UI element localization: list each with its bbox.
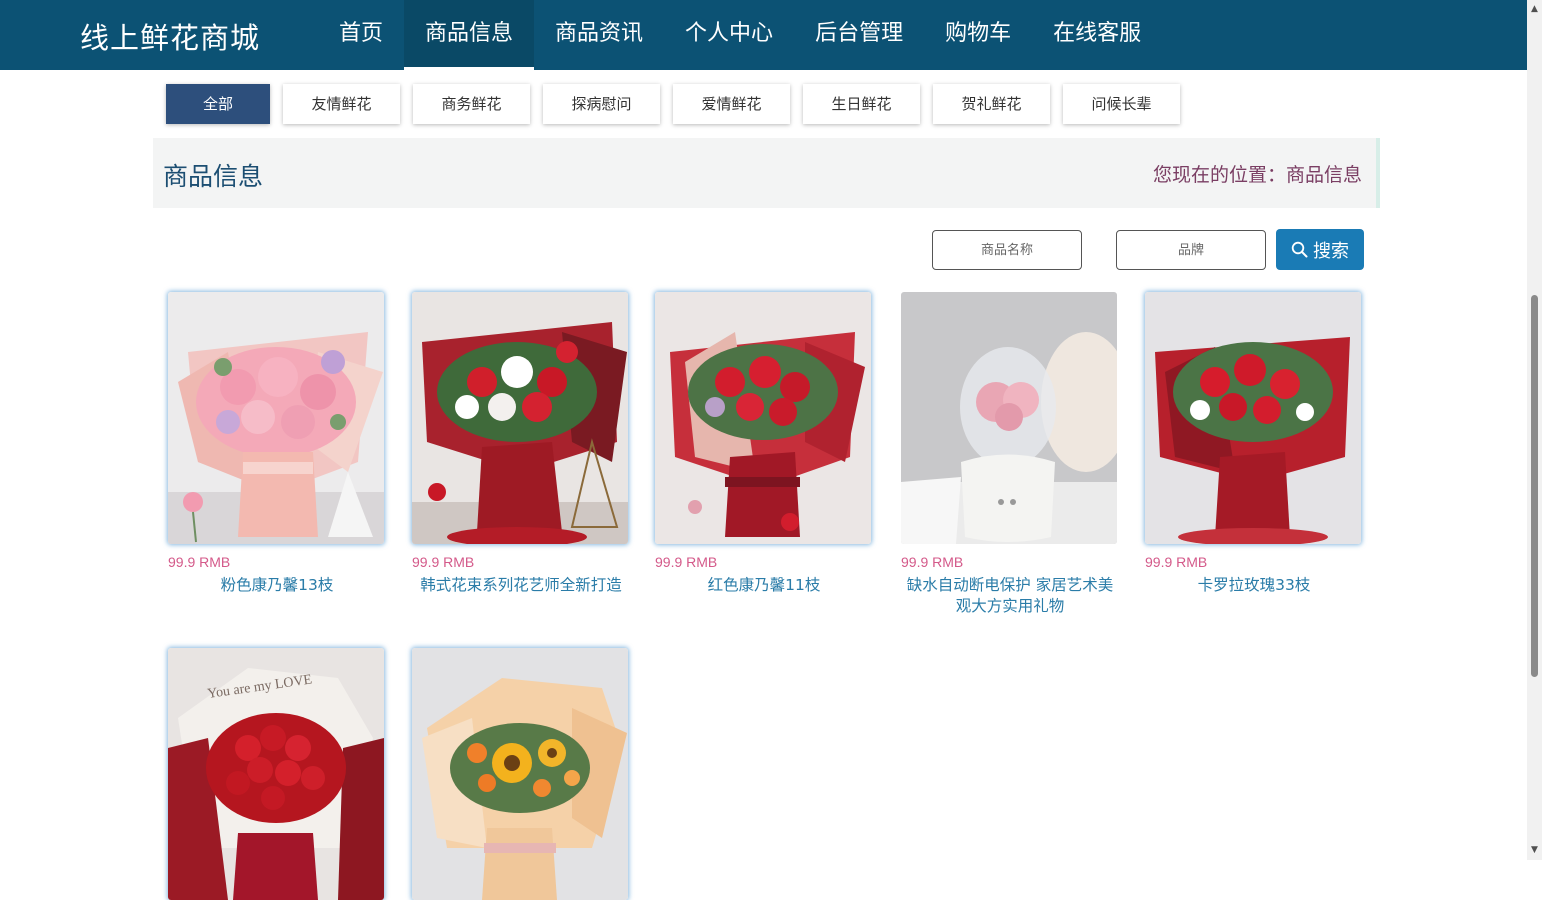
- red-rose-bouquet-image[interactable]: [1145, 292, 1361, 544]
- product-card[interactable]: 99.9 RMB 红色康乃馨11枝: [655, 292, 873, 596]
- scroll-up-icon[interactable]: ▲: [1527, 2, 1542, 17]
- top-navbar: 线上鲜花商城 首页 商品信息 商品资讯 个人中心 后台管理 购物车 在线客服: [0, 0, 1527, 70]
- red-white-rose-bouquet-image[interactable]: [412, 292, 628, 544]
- product-name-input[interactable]: [932, 230, 1082, 270]
- product-price: 99.9 RMB: [168, 554, 231, 570]
- category-get-well[interactable]: 探病慰问: [543, 84, 660, 124]
- site-logo[interactable]: 线上鲜花商城: [80, 15, 260, 57]
- sunflower-bouquet-image[interactable]: [412, 648, 628, 900]
- product-card[interactable]: 99.9 RMB 韩式花束系列花艺师全新打造: [412, 292, 630, 596]
- scroll-thumb[interactable]: [1531, 295, 1538, 677]
- product-name[interactable]: 韩式花束系列花艺师全新打造: [412, 575, 630, 596]
- nav-products[interactable]: 商品信息: [404, 0, 535, 70]
- product-price: 99.9 RMB: [412, 554, 475, 570]
- red-carnation-bouquet-image[interactable]: [655, 292, 871, 544]
- product-name[interactable]: 粉色康乃馨13枝: [168, 575, 386, 596]
- category-filter: 全部 友情鲜花 商务鲜花 探病慰问 爱情鲜花 生日鲜花 贺礼鲜花 问候长辈: [166, 84, 1180, 124]
- product-card[interactable]: 99.9 RMB 卡罗拉玫瑰33枝: [1145, 292, 1363, 596]
- product-name[interactable]: 红色康乃馨11枝: [655, 575, 873, 596]
- product-name[interactable]: 缺水自动断电保护 家居艺术美观大方实用礼物: [901, 575, 1119, 617]
- page-title: 商品信息: [163, 162, 264, 191]
- product-card[interactable]: [412, 648, 630, 900]
- product-price: 99.9 RMB: [1145, 554, 1208, 570]
- category-friendship[interactable]: 友情鲜花: [283, 84, 400, 124]
- nav-admin[interactable]: 后台管理: [794, 0, 924, 70]
- search-button[interactable]: 搜索: [1276, 229, 1364, 270]
- pink-carnation-bouquet-image[interactable]: [168, 292, 384, 544]
- category-business[interactable]: 商务鲜花: [413, 84, 530, 124]
- section-header: 商品信息 您现在的位置：商品信息: [153, 138, 1380, 208]
- scroll-down-icon[interactable]: ▼: [1527, 843, 1542, 858]
- red-rose-love-bouquet-image[interactable]: You are my LOVE: [168, 648, 384, 900]
- product-name[interactable]: 卡罗拉玫瑰33枝: [1145, 575, 1363, 596]
- category-elders[interactable]: 问候长辈: [1063, 84, 1180, 124]
- category-love[interactable]: 爱情鲜花: [673, 84, 790, 124]
- brand-input[interactable]: [1116, 230, 1266, 270]
- product-price: 99.9 RMB: [901, 554, 964, 570]
- product-card[interactable]: 99.9 RMB 缺水自动断电保护 家居艺术美观大方实用礼物: [901, 292, 1119, 617]
- category-congrats[interactable]: 贺礼鲜花: [933, 84, 1050, 124]
- product-price: 99.9 RMB: [655, 554, 718, 570]
- category-birthday[interactable]: 生日鲜花: [803, 84, 920, 124]
- product-card[interactable]: 99.9 RMB 粉色康乃馨13枝: [168, 292, 386, 596]
- breadcrumb: 您现在的位置：商品信息: [1152, 164, 1362, 186]
- search-icon: [1291, 241, 1308, 258]
- category-all[interactable]: 全部: [166, 84, 270, 124]
- nav-cart[interactable]: 购物车: [924, 0, 1032, 70]
- nav-home[interactable]: 首页: [318, 0, 404, 70]
- nav-news[interactable]: 商品资讯: [534, 0, 664, 70]
- product-card[interactable]: You are my LOVE: [168, 648, 386, 900]
- nav-customer-service[interactable]: 在线客服: [1032, 0, 1162, 70]
- nav-profile[interactable]: 个人中心: [664, 0, 794, 70]
- search-button-label: 搜索: [1313, 240, 1349, 262]
- main-nav: 首页 商品信息 商品资讯 个人中心 后台管理 购物车 在线客服: [318, 0, 1162, 70]
- page-scrollbar[interactable]: ▲ ▼: [1527, 0, 1542, 860]
- preserved-rose-humidifier-image[interactable]: [901, 292, 1117, 544]
